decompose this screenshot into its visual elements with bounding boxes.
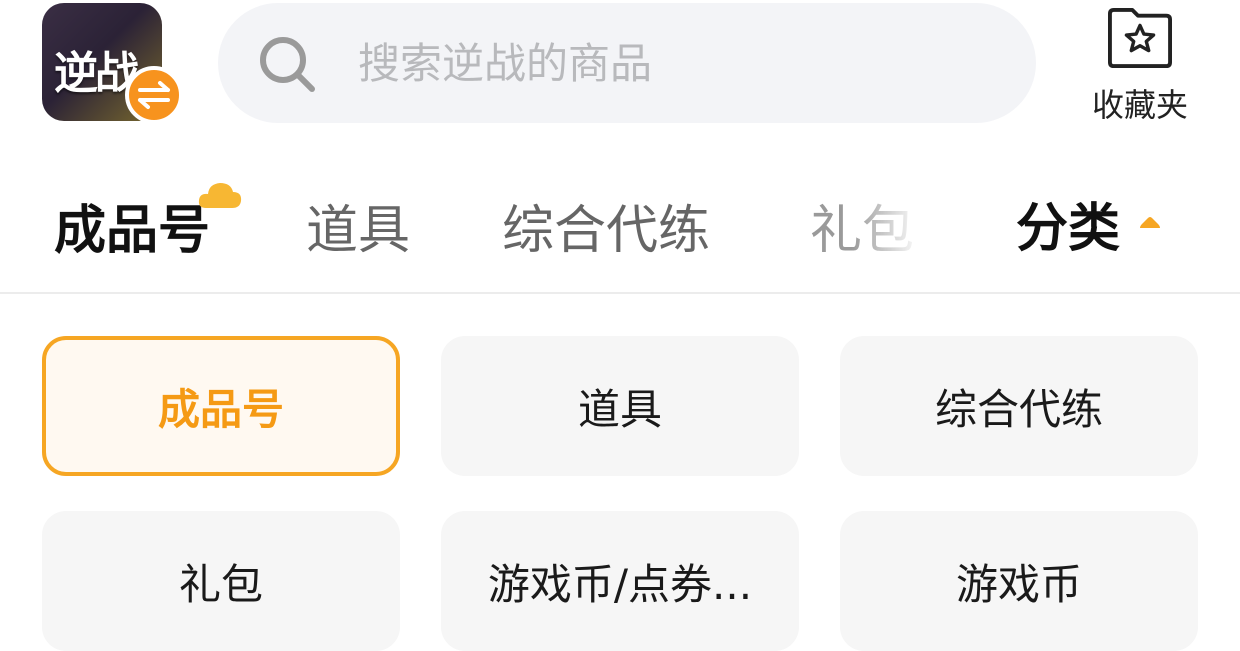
top-bar: 逆战 收藏夹: [0, 0, 1240, 140]
favorites-label: 收藏夹: [1091, 86, 1188, 124]
category-chip-gift-pack[interactable]: 礼包: [42, 511, 400, 651]
category-grid: 成品号 道具 综合代练 礼包 游戏币/点券... 游戏币: [0, 336, 1240, 651]
caret-up-icon: [1140, 217, 1161, 228]
game-icon-text: 逆战: [54, 48, 139, 99]
category-chip-boosting[interactable]: 综合代练: [840, 336, 1198, 476]
search-icon: [260, 37, 315, 92]
category-chip-finished-account[interactable]: 成品号: [42, 336, 400, 476]
switch-arrows-icon: [125, 66, 183, 124]
category-toggle-label: 分类: [1016, 198, 1121, 259]
search-input[interactable]: [358, 27, 998, 99]
tab-boosting[interactable]: 综合代练: [502, 188, 710, 263]
star-folder-icon: [1107, 7, 1172, 69]
cloud-icon: [198, 183, 242, 208]
category-toggle[interactable]: 分类: [1016, 188, 1162, 259]
divider: [0, 292, 1240, 294]
search-bar[interactable]: [218, 3, 1036, 123]
tab-items[interactable]: 道具: [306, 188, 410, 263]
category-chip-items[interactable]: 道具: [441, 336, 799, 476]
favorites-button[interactable]: 收藏夹: [1084, 6, 1196, 126]
category-chip-currency[interactable]: 游戏币: [840, 511, 1198, 651]
category-chip-currency-coupons[interactable]: 游戏币/点券...: [441, 511, 799, 651]
game-switch-button[interactable]: 逆战: [42, 3, 183, 124]
tab-finished-account[interactable]: 成品号: [54, 188, 210, 263]
tab-gift-pack[interactable]: 礼包: [810, 188, 914, 263]
category-tabs: 成品号 道具 综合代练 礼包 分类: [0, 160, 1240, 290]
